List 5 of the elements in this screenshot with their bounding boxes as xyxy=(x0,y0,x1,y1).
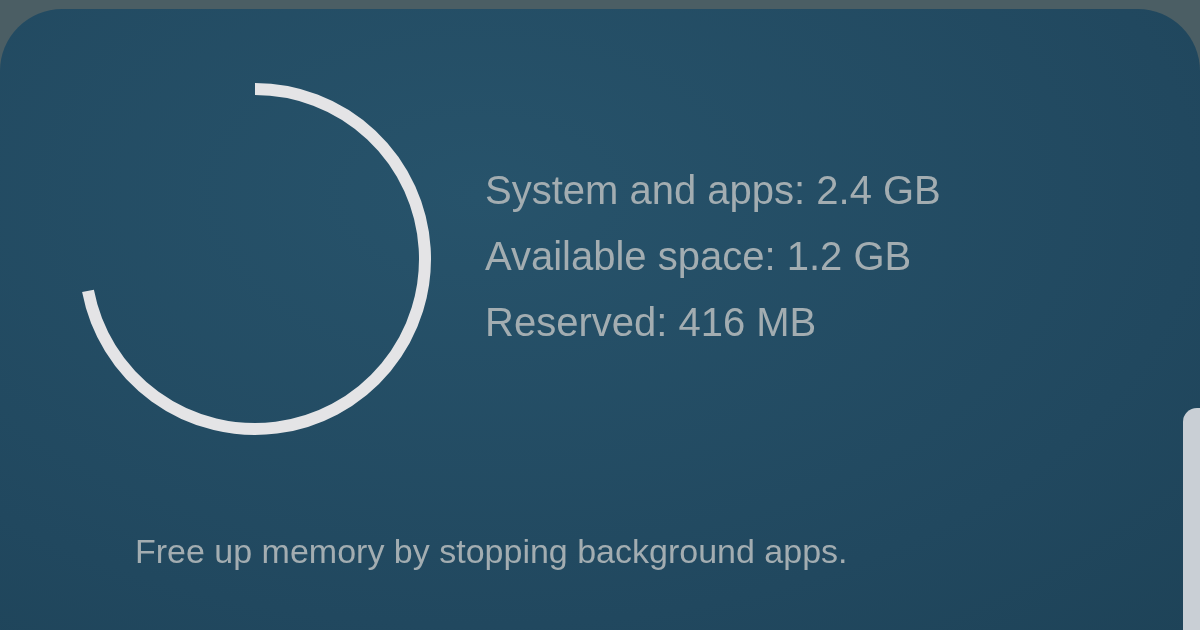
hint-text: Free up memory by stopping background apps. xyxy=(135,531,848,572)
memory-detail-text: Reserved: 416 MB xyxy=(485,299,818,346)
memory-detail-text: System and apps: 2.4 GB xyxy=(485,167,941,214)
memory-detail-text: Available space: 1.2 GB xyxy=(485,233,913,280)
edge-panel-handle[interactable] xyxy=(1183,408,1200,630)
